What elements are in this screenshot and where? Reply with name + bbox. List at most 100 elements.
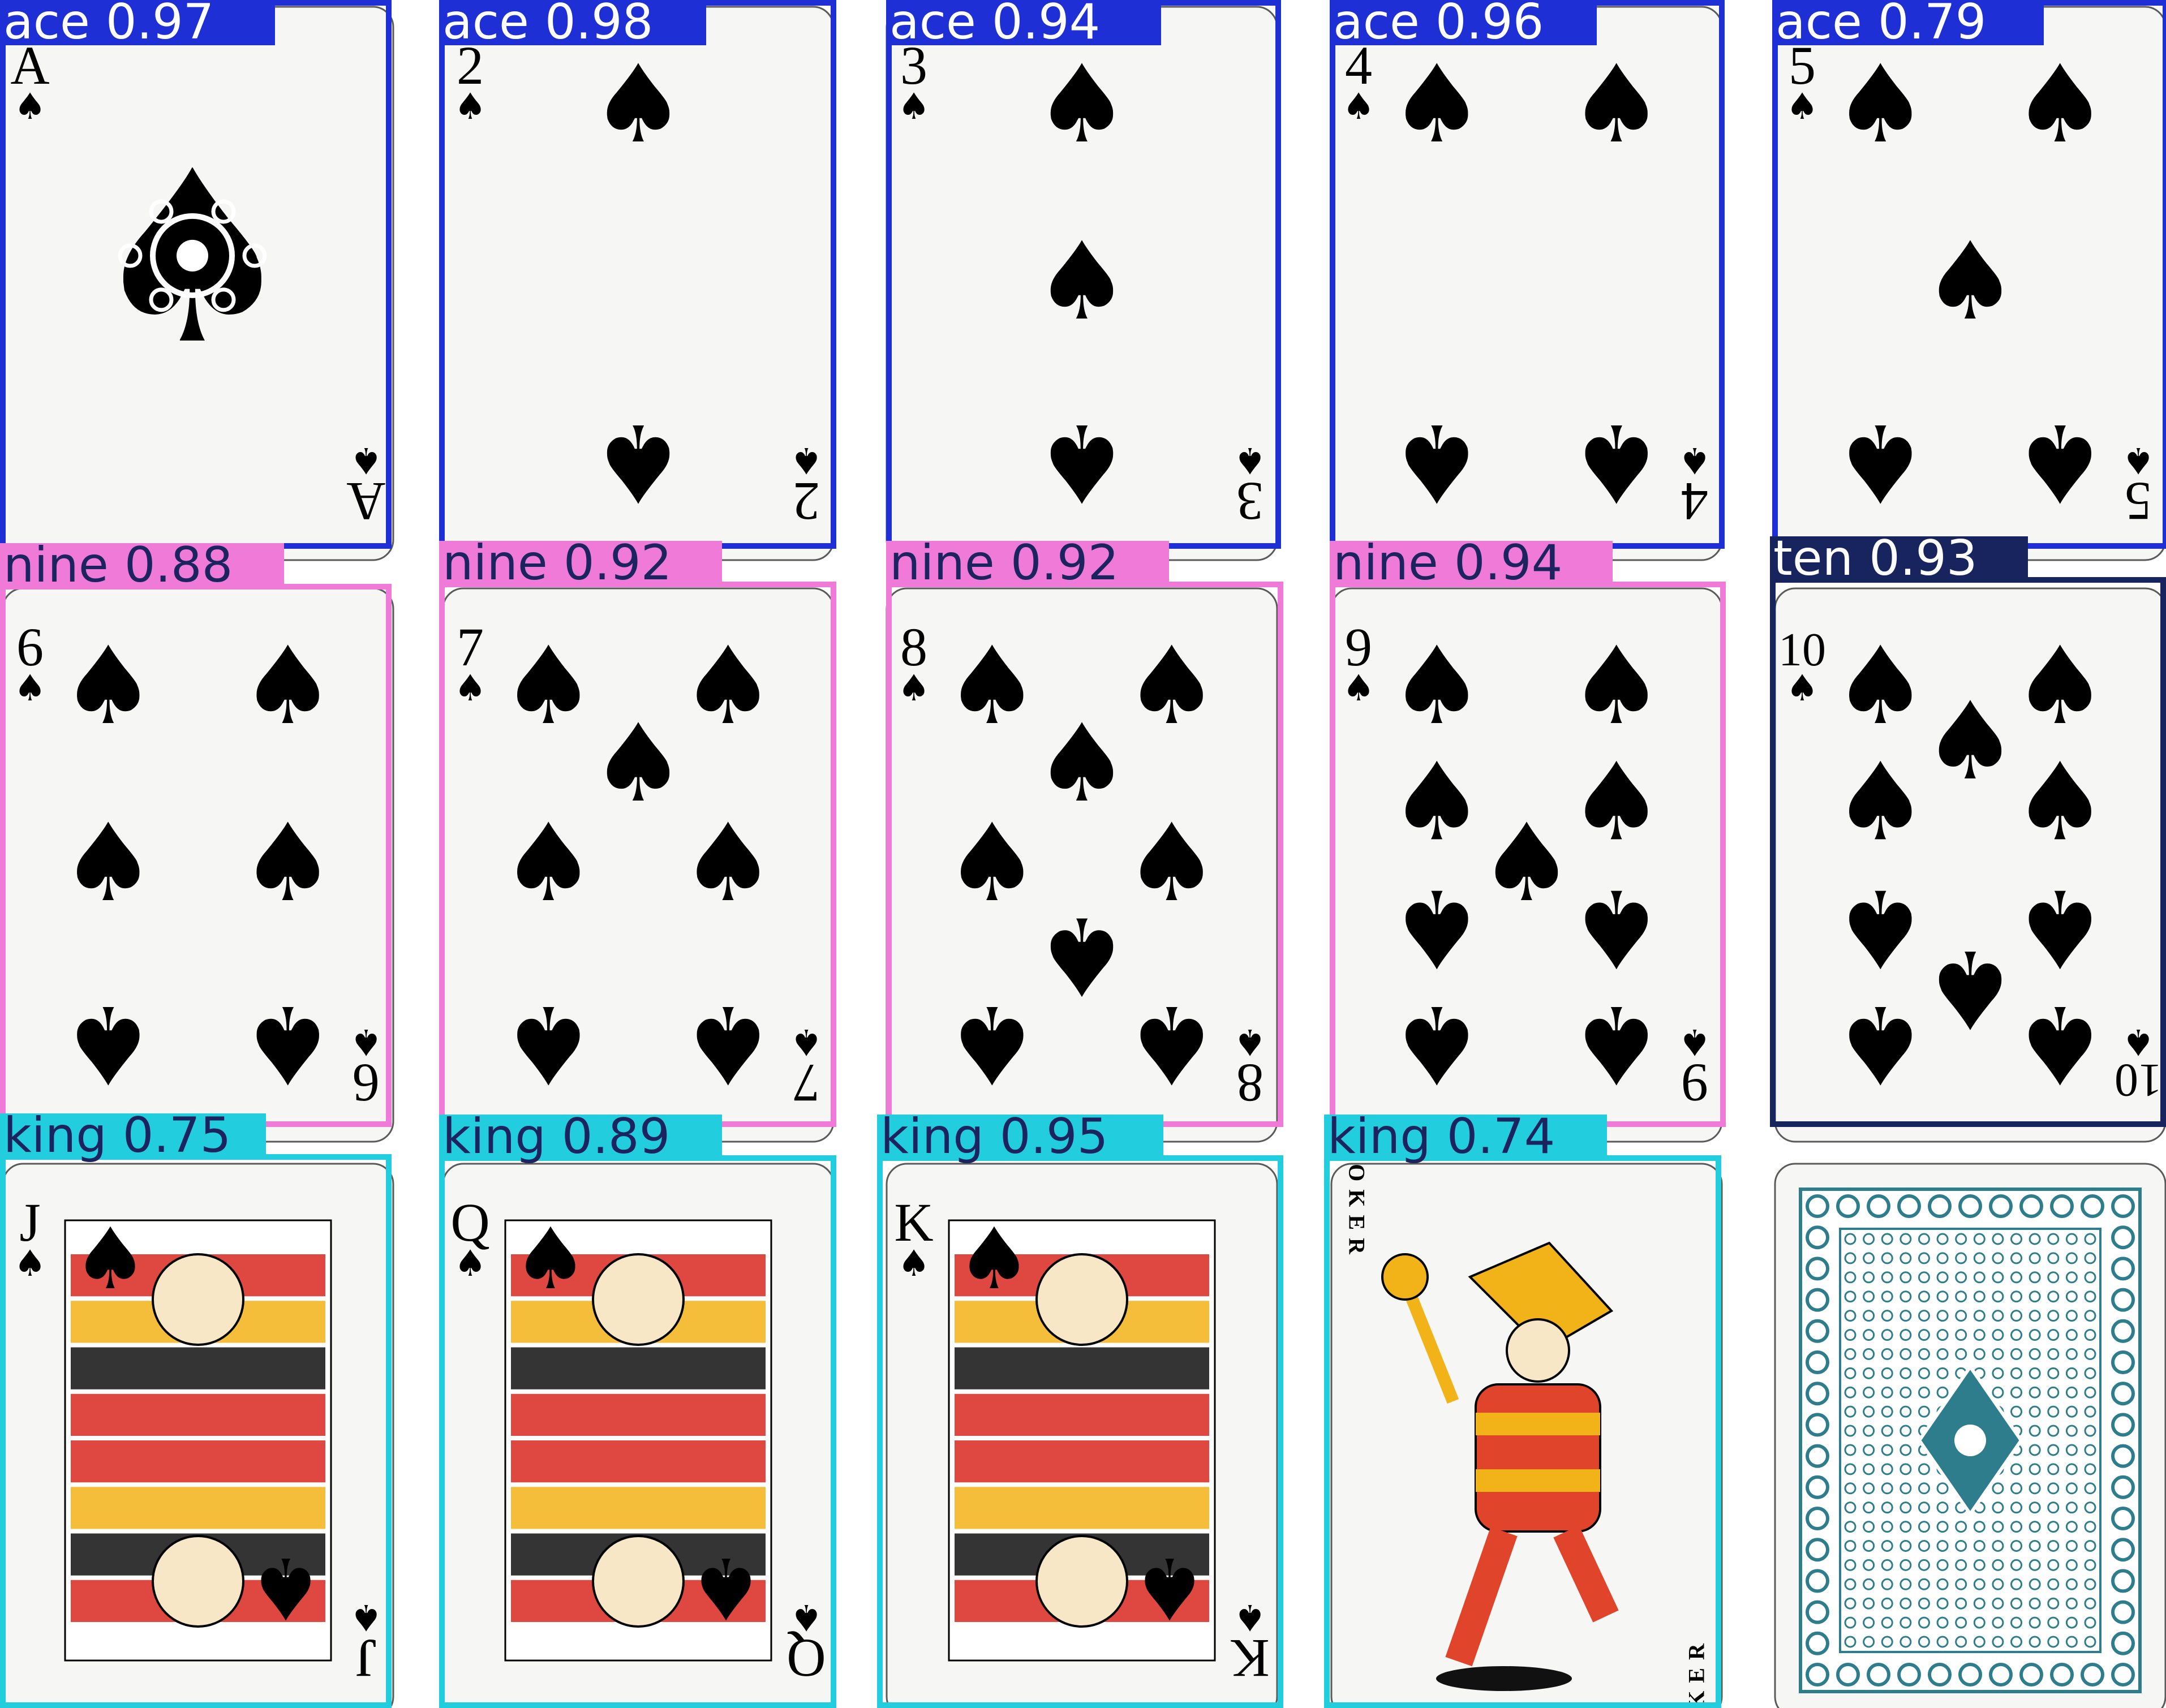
class-name: ace [1776,0,1862,50]
playing-card: A♠A♠♠ [2,6,394,561]
spade-icon: ♠ [1832,866,1928,991]
class-name: nine [442,535,548,591]
spade-icon: ♠ [1234,1596,1266,1638]
spade-icon: ♠ [1832,982,1928,1107]
spade-icon: ♠ [1234,439,1266,481]
spade-icon: ♠ [1832,623,1928,748]
confidence-score: 0.97 [106,0,214,50]
confidence-score: 0.93 [1869,530,1977,587]
spade-icon: ♠ [1678,439,1711,481]
detection-label: ace 0.96 [1333,0,1544,50]
playing-card: Q♠Q♠♠♠ [442,1163,835,1708]
spade-icon: ♠ [944,801,1040,926]
spade-icon: ♠ [240,982,336,1107]
class-name: nine [3,537,109,593]
spade-icon: ♠ [1389,866,1485,991]
spade-icon: ♠ [897,1243,930,1285]
spade-icon: ♠ [1568,739,1665,864]
spade-icon: ♠ [1034,42,1130,167]
spade-icon: ♠ [240,801,336,926]
spade-icon: ♠ [1568,866,1665,991]
spade-icon: ♠ [590,42,686,167]
spade-icon: ♠ [1389,400,1485,525]
playing-card: 2♠2♠♠♠ [442,6,835,561]
confidence-score: 0.94 [992,0,1100,50]
spade-icon: ♠ [1832,42,1928,167]
joker-index: JOKER [1684,1636,1709,1708]
class-name: ace [1333,0,1420,50]
confidence-score: 0.89 [562,1108,670,1165]
confidence-score: 0.74 [1447,1108,1555,1165]
spade-icon: ♠ [590,701,686,826]
spade-icon: ♠ [1678,1021,1711,1062]
confidence-score: 0.92 [564,535,672,591]
spade-icon: ♠ [2012,866,2108,991]
confidence-score: 0.96 [1436,0,1544,50]
playing-card: 6♠6♠♠ ♠♠ ♠♠ ♠ [2,587,394,1143]
spade-icon: ♠ [500,801,596,926]
class-name: ace [3,0,90,50]
spade-icon: ♠ [1124,623,1220,748]
spade-icon: ♠ [1389,42,1485,167]
spade-icon: ♠ [2012,982,2108,1107]
detection-label: ace 0.97 [3,0,214,50]
spade-icon: ♠ [454,1243,486,1285]
playing-card: K♠K♠♠♠ [886,1163,1278,1708]
spade-icon: ♠ [590,400,686,525]
playing-card: 5♠5♠♠ ♠♠♠ ♠ [1774,6,2166,561]
spade-icon: ♠ [1479,801,1575,926]
card-back-pattern [1799,1188,2142,1693]
class-name: king [880,1108,984,1165]
spade-icon: ♠ [240,623,336,748]
playing-card: 3♠3♠♠♠♠ [886,6,1278,561]
playing-card: J♠J♠♠♠ [2,1163,394,1708]
spade-icon: ♠ [60,982,156,1107]
spade-icon: ♠ [1568,42,1665,167]
spade-icon: ♠ [454,668,486,709]
spade-icon: ♠ [248,1538,324,1637]
spade-icon: ♠ [1034,219,1130,344]
class-name: king [442,1108,546,1165]
spade-icon: ♠ [1034,701,1130,826]
spade-icon: ♠ [14,1243,46,1285]
spade-icon: ♠ [1234,1021,1266,1062]
king-portrait: ♠♠ [948,1210,1216,1662]
spade-icon: ♠ [956,1210,1032,1309]
queen-portrait: ♠♠ [504,1210,772,1662]
class-name: ten [1773,530,1853,587]
playing-card [1774,1163,2166,1708]
spade-icon: ♠ [1342,668,1374,709]
playing-card: 9♠9♠♠ ♠♠ ♠♠♠ ♠♠ ♠ [1330,587,1723,1143]
spade-icon: ♠ [350,1021,382,1062]
detection-label: ace 0.94 [889,0,1100,50]
spade-icon: ♠ [944,982,1040,1107]
playing-card: 10♠10♠♠ ♠♠♠ ♠♠ ♠♠♠ ♠ [1774,587,2166,1143]
spade-icon: ♠ [1832,400,1928,525]
spade-icon: ♠ [2122,439,2154,481]
class-name: ace [442,0,529,50]
spade-icon: ♠ [14,668,46,709]
spade-icon: ♠ [60,801,156,926]
class-name: king [1327,1108,1431,1165]
spade-icon: ♠ [790,1596,822,1638]
spade-icon: ♠ [1034,400,1130,525]
spade-icon: ♠ [790,439,822,481]
confidence-score: 0.88 [124,537,233,593]
spade-icon: ♠ [897,86,930,128]
spade-icon: ♠ [2012,400,2108,525]
spade-icon: ♠ [1124,801,1220,926]
playing-card: 7♠7♠♠ ♠♠♠ ♠♠ ♠ [442,587,835,1143]
spade-icon: ♠ [1389,982,1485,1107]
spade-icon: ♠ [350,1596,382,1638]
detection-label: ten 0.93 [1773,530,1978,587]
spade-icon: ♠ [1922,679,2018,804]
playing-card-grid: A♠A♠♠2♠2♠♠♠3♠3♠♠♠♠4♠4♠♠ ♠♠ ♠5♠5♠♠ ♠♠♠ ♠6♠6♠♠… [0,0,2166,1708]
spade-icon: ♠ [1342,86,1374,128]
spade-icon: ♠ [1786,86,1818,128]
spade-icon: ♠ [790,1021,822,1062]
spade-icon: ♠ [1034,893,1130,1018]
class-name: king [3,1107,107,1164]
spade-icon: ♠ [500,982,596,1107]
spade-icon: ♠ [944,623,1040,748]
spade-icon: ♠ [1922,219,2018,344]
